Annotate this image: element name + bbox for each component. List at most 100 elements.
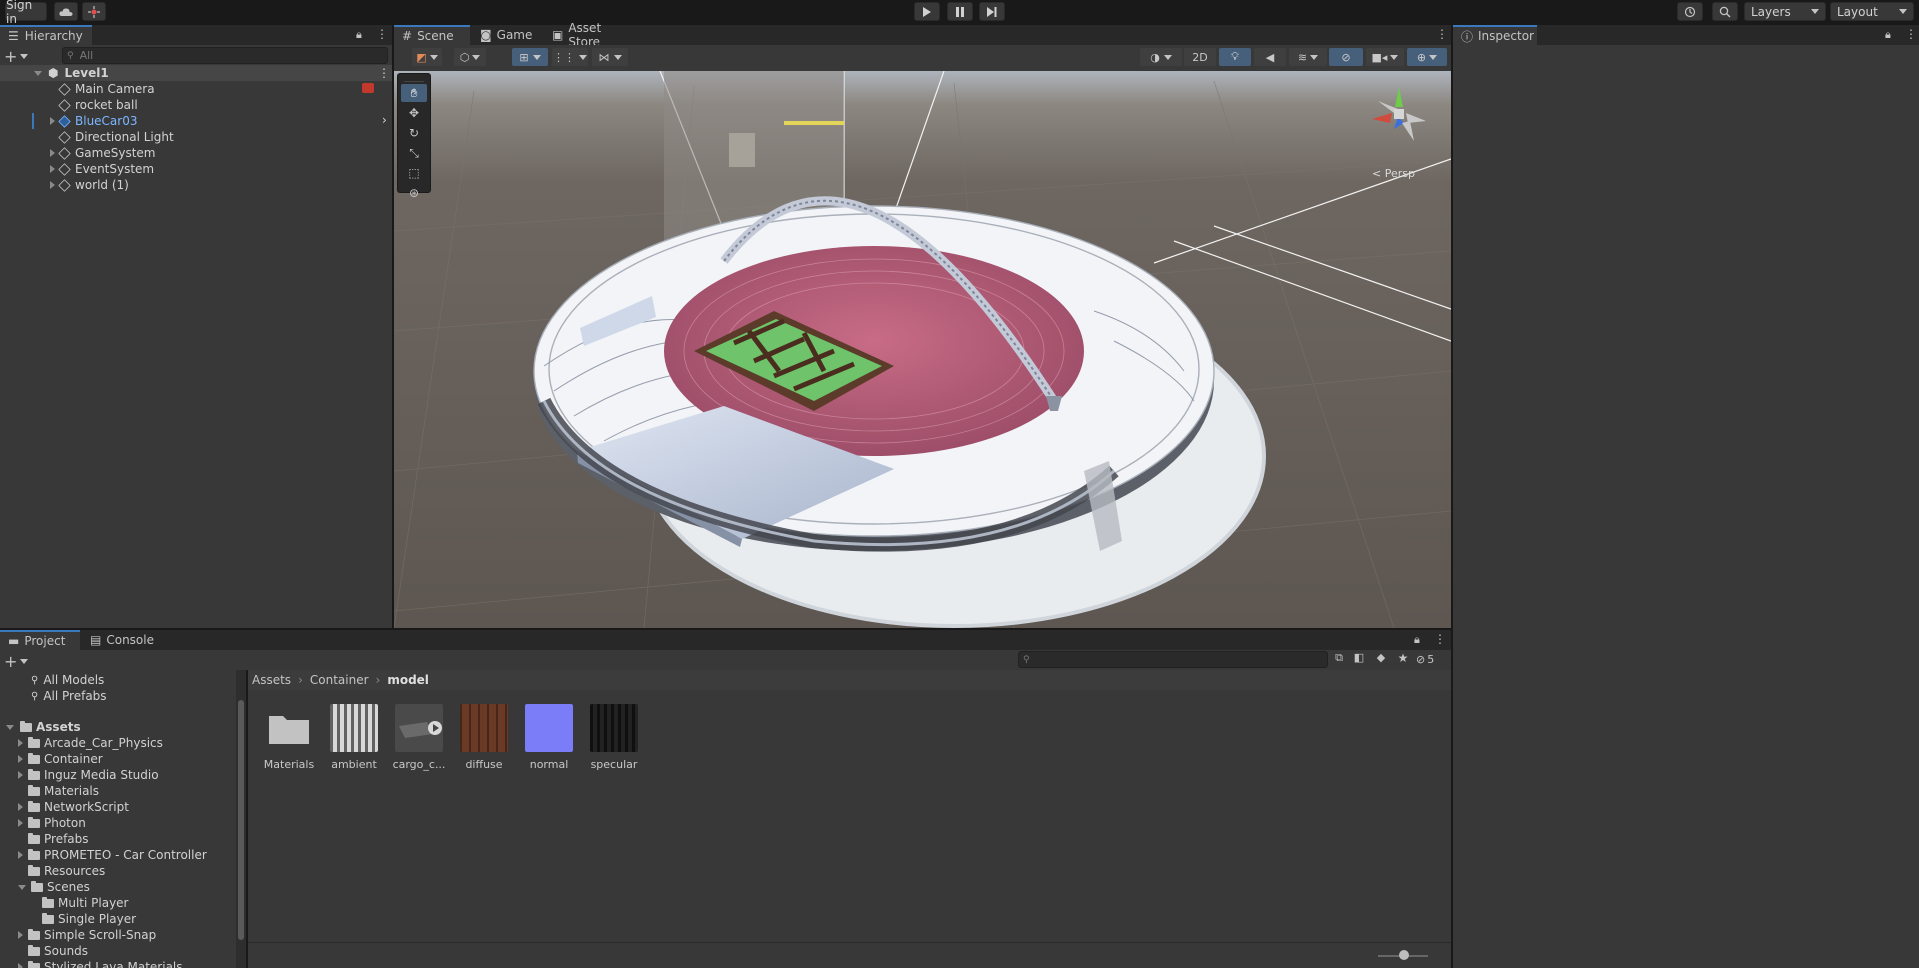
favorite-star-icon[interactable]: ★ — [1394, 651, 1412, 668]
splitter[interactable] — [246, 670, 248, 968]
toggle-2d-button[interactable]: 2D — [1184, 48, 1216, 66]
tree-scrollbar[interactable] — [236, 670, 246, 968]
sign-in-button[interactable]: Sign in — [5, 0, 47, 26]
more-menu-icon[interactable]: ⋮ — [1434, 632, 1446, 646]
scene-menu-icon[interactable]: ⋮ — [378, 66, 390, 80]
more-menu-icon[interactable]: ⋮ — [1436, 27, 1448, 41]
project-folder-item[interactable]: Container — [0, 751, 103, 767]
fold-arrow-icon[interactable] — [50, 117, 55, 125]
project-folder-item[interactable]: Photon — [0, 815, 86, 831]
fold-arrow-icon[interactable] — [18, 755, 23, 763]
scene-visibility-toggle[interactable]: ⊘ — [1329, 48, 1363, 66]
project-folder-item[interactable]: Arcade_Car_Physics — [0, 735, 163, 751]
hierarchy-search-input[interactable]: ⚲ All — [62, 47, 388, 64]
asset-item[interactable]: Materials — [261, 704, 317, 771]
project-folder-item[interactable]: Resources — [0, 863, 105, 879]
palette-handle[interactable] — [404, 74, 424, 82]
history-button[interactable] — [1677, 2, 1703, 21]
favorite-all-prefabs[interactable]: ⚲ All Prefabs — [0, 688, 107, 704]
label-tag-icon[interactable]: ◆ — [1372, 651, 1390, 668]
draw-mode-dropdown[interactable]: ◩ — [412, 48, 442, 66]
filter-type-icon[interactable]: ◧ — [1350, 651, 1368, 668]
breadcrumb-model[interactable]: model — [387, 673, 429, 687]
project-folder-item[interactable]: Prefabs — [0, 831, 89, 847]
hierarchy-item[interactable]: GameSystem — [0, 145, 392, 161]
gizmos-dropdown[interactable]: ⊕ — [1407, 48, 1447, 66]
perspective-label[interactable]: < Persp — [1372, 167, 1415, 180]
tab-project[interactable]: ▬ Project — [0, 630, 80, 650]
hand-tool-icon[interactable]: ✋︎ — [401, 84, 427, 102]
project-folder-item[interactable]: Stylized Lava Materials — [0, 959, 183, 968]
transform-tool-icon[interactable]: ⊛ — [401, 184, 427, 202]
project-folder-item[interactable]: Materials — [0, 783, 99, 799]
fold-arrow-icon[interactable] — [50, 165, 55, 173]
layers-dropdown[interactable]: Layers — [1744, 2, 1826, 21]
add-object-button[interactable]: + — [4, 47, 34, 66]
lock-icon[interactable]: 🔒︎ — [1414, 633, 1420, 647]
project-folder-item[interactable]: Sounds — [0, 943, 88, 959]
open-prefab-icon[interactable]: › — [382, 113, 387, 127]
gizmo-mode-dropdown[interactable]: ⬡ — [454, 48, 486, 66]
effects-dropdown[interactable]: ≋ — [1289, 48, 1327, 66]
fold-arrow-icon[interactable] — [18, 931, 23, 939]
project-folder-item[interactable]: Scenes — [0, 879, 90, 895]
scene-row[interactable]: ⬢ Level1 ⋮ — [0, 65, 392, 81]
fold-arrow-icon[interactable] — [50, 181, 55, 189]
increment-snap-dropdown[interactable]: ⋮⋮ — [552, 48, 588, 66]
hierarchy-item[interactable]: BlueCar03 › — [0, 113, 392, 129]
hierarchy-item[interactable]: world (1) — [0, 177, 392, 193]
project-folder-item[interactable]: Multi Player — [0, 895, 129, 911]
fold-arrow-icon[interactable] — [18, 739, 23, 747]
step-button[interactable] — [979, 2, 1005, 21]
favorite-all-models[interactable]: ⚲ All Models — [0, 672, 104, 688]
grid-snap-dropdown[interactable]: ⊞ — [512, 48, 548, 66]
asset-item[interactable]: specular — [586, 704, 642, 771]
fold-arrow-icon[interactable] — [18, 803, 23, 811]
project-search-input[interactable]: ⚲ — [1018, 651, 1328, 668]
pause-button[interactable] — [947, 2, 973, 21]
fold-arrow-icon[interactable] — [18, 819, 23, 827]
project-folder-item[interactable]: NetworkScript — [0, 799, 129, 815]
cloud-icon[interactable] — [54, 2, 78, 21]
asset-item[interactable]: diffuse — [456, 704, 512, 771]
hidden-packages-toggle[interactable]: ⊘ 5 — [1416, 651, 1450, 668]
project-folder-item[interactable]: Single Player — [0, 911, 136, 927]
lock-icon[interactable]: 🔒︎ — [1885, 28, 1891, 42]
scale-tool-icon[interactable]: ⤡ — [401, 144, 427, 162]
search-button[interactable] — [1712, 2, 1738, 21]
fold-arrow-icon[interactable] — [18, 851, 23, 859]
zoom-slider-thumb[interactable] — [1399, 950, 1409, 960]
layout-dropdown[interactable]: Layout — [1830, 2, 1914, 21]
project-folder-item[interactable]: PROMETEO - Car Controller — [0, 847, 207, 863]
move-tool-icon[interactable]: ✥ — [401, 104, 427, 122]
collab-icon[interactable] — [82, 2, 106, 21]
rect-tool-icon[interactable]: ⬚ — [401, 164, 427, 182]
tab-inspector[interactable]: ⓘ Inspector — [1453, 25, 1537, 45]
tab-hierarchy[interactable]: ☰ Hierarchy — [0, 25, 92, 45]
lighting-toggle[interactable]: 💡︎ — [1219, 48, 1251, 66]
asset-item[interactable]: ambient — [326, 704, 382, 771]
search-by-type-icon[interactable]: ⧉ — [1330, 651, 1348, 668]
hierarchy-item[interactable]: rocket ball — [0, 97, 392, 113]
scene-viewport[interactable]: ✋︎ ✥ ↻ ⤡ ⬚ ⊛ < Persp — [394, 71, 1451, 628]
render-mode-dropdown[interactable]: ◑ — [1140, 48, 1182, 66]
create-asset-button[interactable]: + — [4, 652, 34, 671]
hierarchy-item[interactable]: EventSystem — [0, 161, 392, 177]
breadcrumb-assets[interactable]: Assets — [252, 673, 291, 687]
fold-arrow-icon[interactable] — [18, 884, 26, 890]
hierarchy-item[interactable]: Directional Light — [0, 129, 392, 145]
tab-asset-store[interactable]: ▣ Asset Store — [544, 21, 644, 49]
tab-game[interactable]: ◙ Game — [472, 25, 542, 45]
breadcrumb-container[interactable]: Container — [310, 673, 369, 687]
orientation-gizmo[interactable] — [1364, 79, 1434, 149]
fold-arrow-icon[interactable] — [50, 149, 55, 157]
audio-toggle[interactable]: ◀︎ — [1254, 48, 1286, 66]
fold-arrow-icon[interactable] — [18, 771, 23, 779]
more-menu-icon[interactable]: ⋮ — [376, 27, 388, 41]
hierarchy-item[interactable]: Main Camera — [0, 81, 392, 97]
lock-icon[interactable]: 🔒︎ — [356, 28, 362, 42]
rotate-tool-icon[interactable]: ↻ — [401, 124, 427, 142]
camera-dropdown[interactable]: ■◂ — [1366, 48, 1404, 66]
assets-root[interactable]: Assets — [0, 719, 81, 735]
fold-arrow-icon[interactable] — [18, 963, 23, 968]
